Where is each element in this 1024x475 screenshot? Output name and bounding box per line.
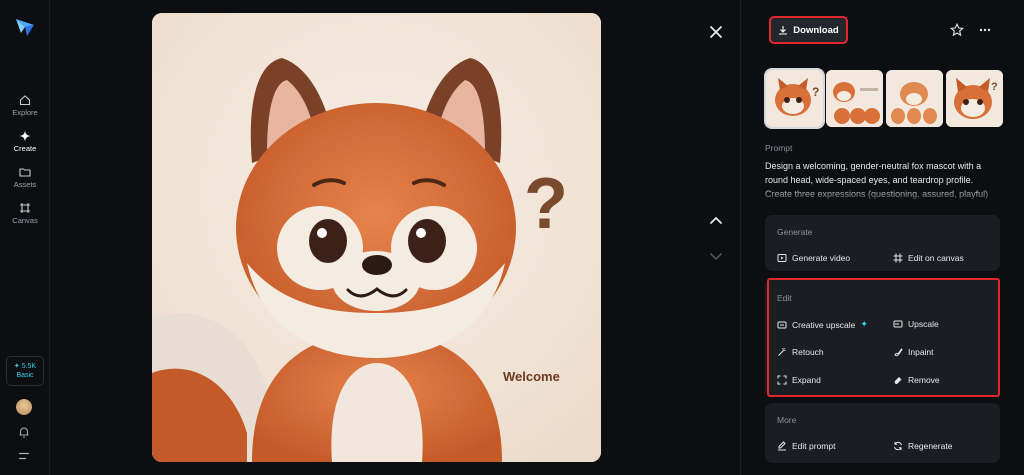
close-icon[interactable]: [706, 22, 726, 42]
thumbnail-2[interactable]: [826, 70, 883, 127]
action-label: Edit prompt: [792, 441, 836, 451]
edit-on-canvas-button[interactable]: Edit on canvas: [893, 253, 964, 263]
remove-button[interactable]: Remove: [893, 375, 940, 385]
download-icon: [779, 26, 788, 35]
refresh-icon: [894, 441, 902, 451]
canvas-icon: [893, 253, 903, 263]
chevron-up-icon[interactable]: [706, 210, 726, 230]
menu-icon[interactable]: [18, 452, 30, 460]
retouch-button[interactable]: Retouch: [777, 347, 824, 357]
action-label: Expand: [792, 375, 821, 385]
plan-label: Basic: [16, 372, 34, 379]
folder-icon: [19, 168, 31, 177]
sparkle-icon: [19, 130, 31, 142]
action-label: Generate video: [792, 253, 851, 263]
svg-text:?: ?: [524, 164, 568, 244]
creative-upscale-button[interactable]: Creative upscale ✦: [777, 319, 868, 330]
more-options-icon[interactable]: [978, 23, 992, 37]
sidebar-item-canvas[interactable]: Canvas: [0, 202, 50, 225]
section-title: Generate: [777, 227, 813, 237]
sidebar-item-label: Explore: [12, 108, 38, 117]
home-icon: [19, 95, 31, 106]
bell-icon[interactable]: [17, 425, 31, 439]
canvas-icon: [20, 203, 30, 213]
sidebar-item-assets[interactable]: Assets: [0, 166, 50, 189]
regenerate-button[interactable]: Regenerate: [893, 441, 952, 451]
download-label: Download: [793, 24, 839, 36]
expand-button[interactable]: Expand: [777, 375, 821, 385]
action-label: Retouch: [792, 347, 824, 357]
chevron-down-icon[interactable]: [706, 247, 726, 267]
upscale-button[interactable]: Upscale: [893, 319, 939, 329]
thumbnail-1[interactable]: ?: [764, 68, 825, 129]
sidebar-item-create[interactable]: Create: [0, 130, 50, 153]
action-label: Edit on canvas: [908, 253, 964, 263]
edit-section: Edit Creative upscale ✦ Upscale Retouch …: [765, 279, 1000, 396]
section-title: Edit: [777, 293, 792, 303]
sidebar-item-label: Create: [13, 144, 37, 153]
action-label: Creative upscale: [792, 319, 856, 330]
generate-section: Generate Generate video Edit on canvas: [765, 215, 1000, 271]
fox-mascot-image: ?: [152, 13, 601, 462]
eraser-icon: [894, 377, 902, 384]
edit-prompt-button[interactable]: Edit prompt: [777, 441, 835, 451]
generate-video-button[interactable]: Generate video: [777, 253, 850, 263]
action-label: Inpaint: [908, 347, 934, 357]
video-icon: [777, 254, 787, 262]
sidebar-item-explore[interactable]: Explore: [0, 94, 50, 117]
magic-wand-icon: [778, 348, 786, 356]
inpaint-button[interactable]: Inpaint: [893, 347, 934, 357]
avatar[interactable]: [16, 399, 32, 415]
action-label: Regenerate: [908, 441, 953, 451]
credits-amount: ✦ 5.5K: [13, 363, 37, 370]
svg-text:?: ?: [991, 81, 998, 93]
app-logo[interactable]: [14, 16, 36, 38]
upscale-icon: [777, 321, 787, 328]
thumbnail-3[interactable]: [886, 70, 943, 127]
expand-icon: [777, 375, 787, 385]
thumbnail-4[interactable]: ?: [946, 70, 1003, 127]
action-label: Remove: [908, 375, 940, 385]
hd-icon: [893, 320, 903, 328]
sparkle-icon: ✦: [860, 319, 868, 329]
action-label: Upscale: [908, 319, 939, 329]
sidebar-item-label: Assets: [13, 180, 37, 189]
prompt-heading: Prompt: [765, 143, 793, 153]
star-icon[interactable]: [950, 23, 964, 37]
more-section: More Edit prompt Regenerate: [765, 403, 1000, 463]
image-caption: Welcome: [503, 369, 560, 384]
sidebar: Explore Create Assets Canvas ✦ 5.5K Basi…: [0, 0, 50, 475]
edit-icon: [778, 441, 786, 451]
sidebar-item-label: Canvas: [12, 216, 38, 225]
brush-icon: [894, 348, 903, 357]
download-button[interactable]: Download: [769, 16, 848, 44]
section-title: More: [777, 415, 797, 425]
svg-text:?: ?: [812, 85, 819, 99]
prompt-fade: [765, 188, 1005, 202]
credits-badge[interactable]: ✦ 5.5K Basic: [6, 356, 44, 386]
generated-image: ? Welcome: [152, 13, 601, 462]
